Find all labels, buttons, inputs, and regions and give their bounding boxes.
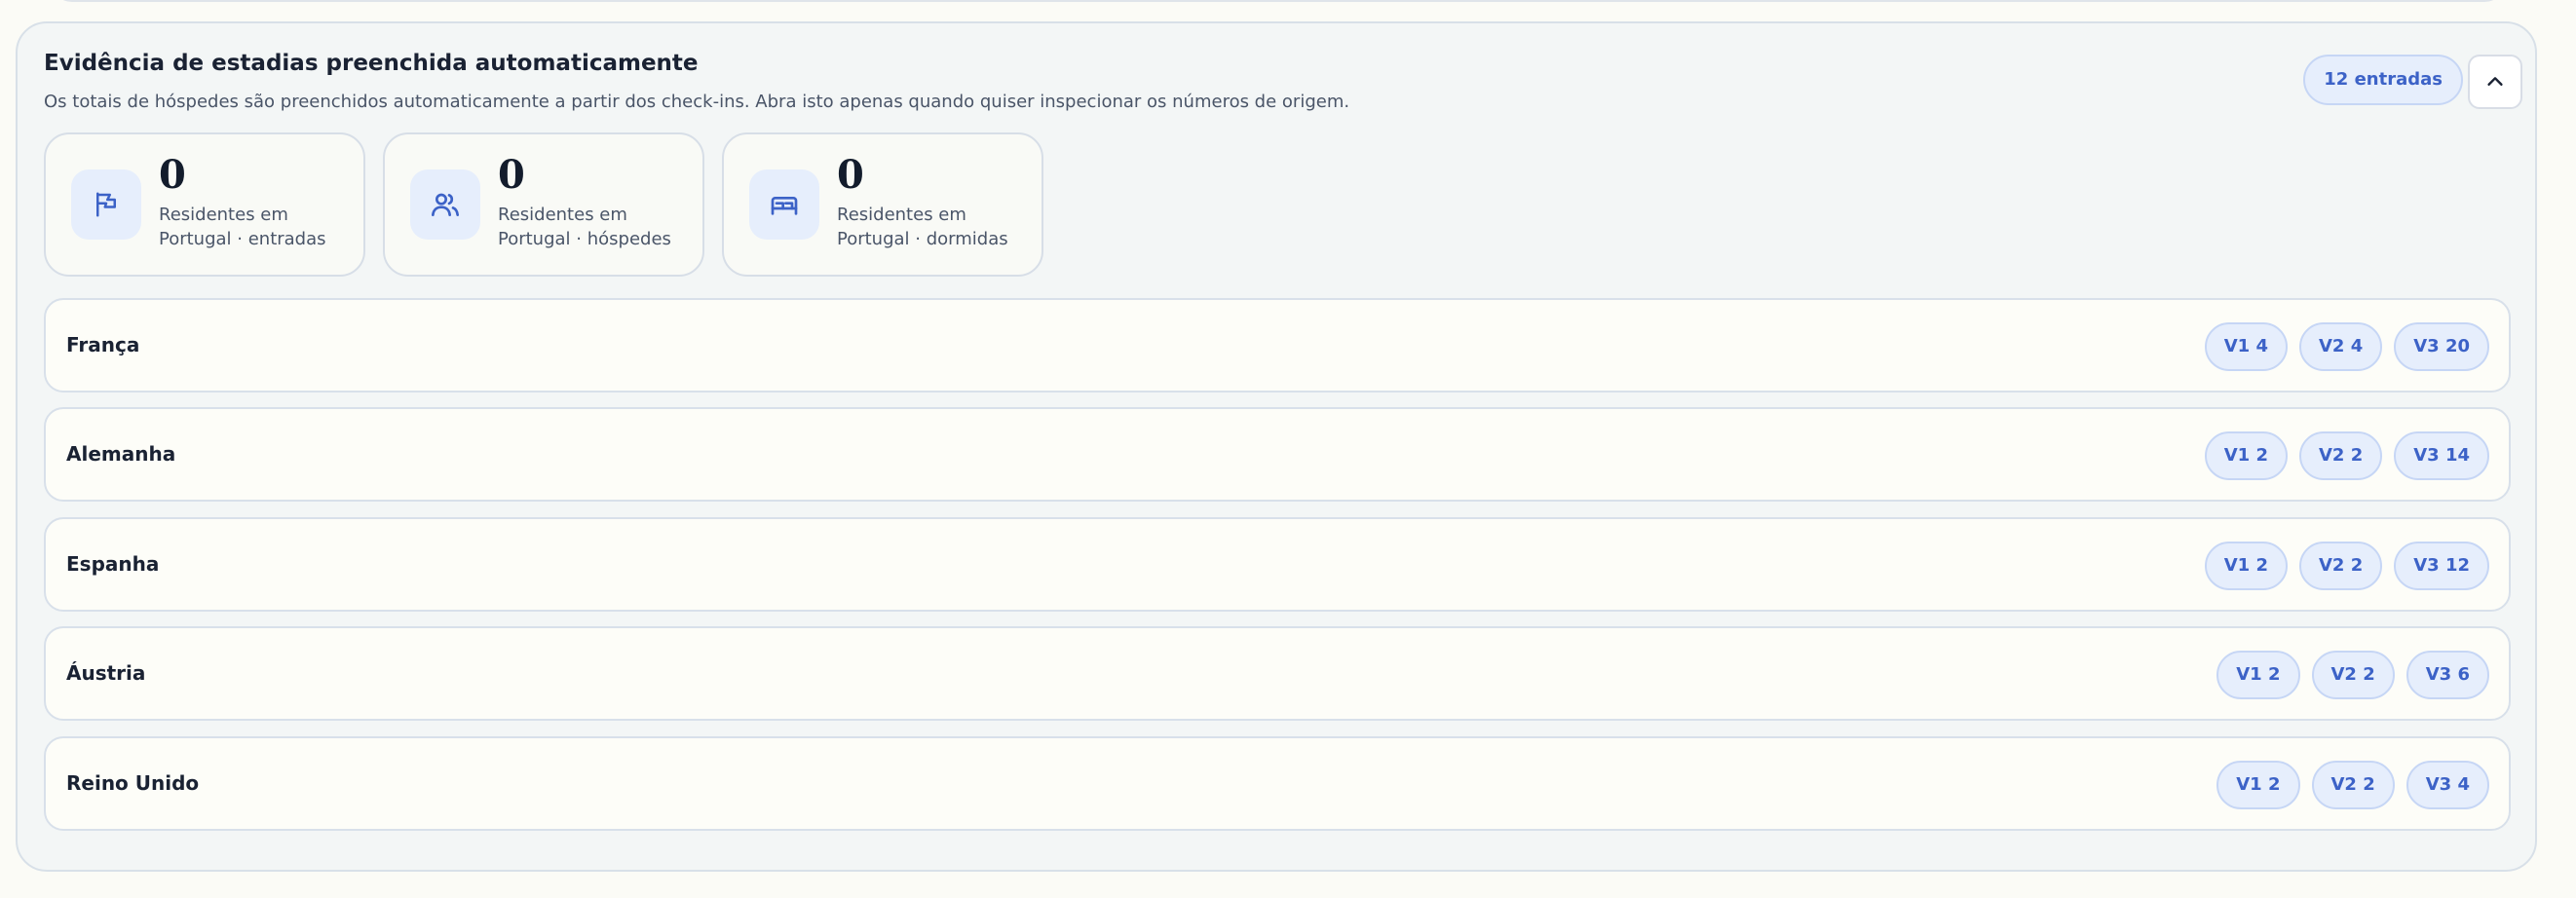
chip-v2: V2 4 <box>2298 322 2383 371</box>
stat-value: 0 <box>837 152 864 198</box>
chip-v2: V2 2 <box>2298 431 2383 480</box>
previous-card-edge <box>51 0 2506 2</box>
chip-v3: V3 20 <box>2394 322 2489 371</box>
country-row-espanha[interactable]: Espanha V1 2 V2 2 V3 12 <box>44 517 2511 612</box>
chip-v3: V3 14 <box>2394 431 2489 480</box>
visit-chips: V1 4 V2 4 V3 20 <box>2204 322 2489 371</box>
chip-v3: V3 6 <box>2406 651 2489 699</box>
chip-v2: V2 2 <box>2311 651 2395 699</box>
stay-evidence-panel: Evidência de estadias preenchida automat… <box>16 21 2537 872</box>
chip-v1: V1 2 <box>2216 761 2300 809</box>
entries-count-badge: 12 entradas <box>2303 55 2463 105</box>
country-name: Áustria <box>66 661 146 685</box>
stat-card-guests: 0 Residentes em Portugal · hóspedes <box>383 132 704 277</box>
country-name: Espanha <box>66 552 160 576</box>
chip-v3: V3 12 <box>2394 542 2489 590</box>
stat-icon-container <box>71 169 141 240</box>
panel-title: Evidência de estadias preenchida automat… <box>44 51 699 76</box>
chip-v1: V1 2 <box>2204 542 2288 590</box>
chip-v3: V3 4 <box>2406 761 2489 809</box>
visit-chips: V1 2 V2 2 V3 6 <box>2216 651 2489 699</box>
stat-card-nights: 0 Residentes em Portugal · dormidas <box>722 132 1043 277</box>
country-name: Reino Unido <box>66 771 200 795</box>
chevron-up-icon <box>2487 77 2503 86</box>
chip-v2: V2 2 <box>2298 542 2383 590</box>
country-row-alemanha[interactable]: Alemanha V1 2 V2 2 V3 14 <box>44 407 2511 502</box>
chip-v1: V1 2 <box>2216 651 2300 699</box>
visit-chips: V1 2 V2 2 V3 12 <box>2204 542 2489 590</box>
chip-v1: V1 4 <box>2204 322 2288 371</box>
country-name: França <box>66 333 140 356</box>
country-row-reino-unido[interactable]: Reino Unido V1 2 V2 2 V3 4 <box>44 736 2511 831</box>
visit-chips: V1 2 V2 2 V3 4 <box>2216 761 2489 809</box>
stat-label: Residentes em Portugal · dormidas <box>837 205 1008 249</box>
stat-value: 0 <box>498 152 525 198</box>
flag-icon <box>96 192 116 217</box>
country-row-austria[interactable]: Áustria V1 2 V2 2 V3 6 <box>44 626 2511 721</box>
visit-chips: V1 2 V2 2 V3 14 <box>2204 431 2489 480</box>
stat-icon-container <box>749 169 819 240</box>
collapse-button[interactable] <box>2468 55 2522 109</box>
stat-label: Residentes em Portugal · hóspedes <box>498 205 671 249</box>
chip-v2: V2 2 <box>2311 761 2395 809</box>
stat-icon-container <box>410 169 480 240</box>
panel-subtitle: Os totais de hóspedes são preenchidos au… <box>44 92 1350 112</box>
stat-card-entries: 0 Residentes em Portugal · entradas <box>44 132 365 277</box>
stat-value: 0 <box>159 152 186 198</box>
users-icon <box>432 193 459 216</box>
country-name: Alemanha <box>66 442 176 466</box>
country-row-franca[interactable]: França V1 4 V2 4 V3 20 <box>44 298 2511 393</box>
chip-v1: V1 2 <box>2204 431 2288 480</box>
bed-icon <box>771 197 798 215</box>
stat-label: Residentes em Portugal · entradas <box>159 205 326 249</box>
